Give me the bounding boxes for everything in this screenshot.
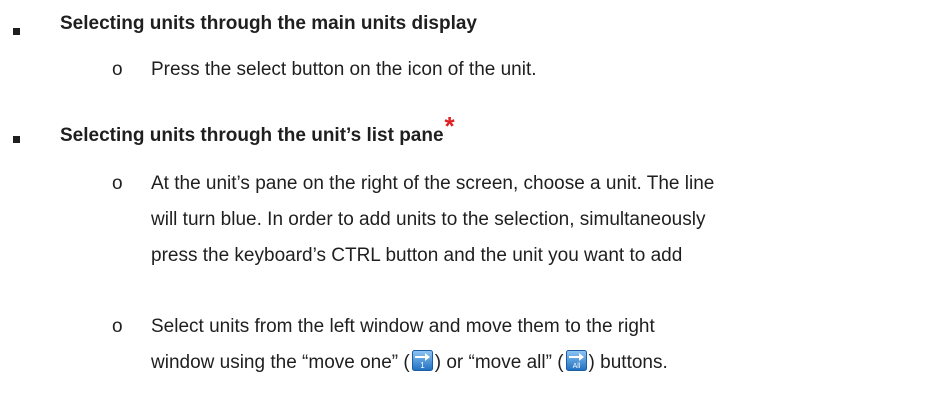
sub-line: window using the “move one” ( 1 ) or “mo… xyxy=(151,345,668,381)
bullet-2 xyxy=(13,128,20,143)
heading-main-units-display: Selecting units through the main units d… xyxy=(60,13,477,34)
move-all-icon: All xyxy=(565,350,587,371)
sub-item-units-pane: At the unit’s pane on the right of the s… xyxy=(151,166,714,274)
sub-item-press-select: Press the select button on the icon of t… xyxy=(151,52,537,88)
sub-bullet-marker: o xyxy=(112,59,123,80)
heading-list-pane: Selecting units through the unit’s list … xyxy=(60,113,455,148)
heading-text: Selecting units through the unit’s list … xyxy=(60,125,444,146)
sub-line-part: ) or “move all” ( xyxy=(434,352,564,373)
sub-bullet-marker: o xyxy=(112,316,123,337)
sub-line-part: ) buttons. xyxy=(588,352,668,373)
square-bullet-icon xyxy=(13,136,20,143)
sub-line: Select units from the left window and mo… xyxy=(151,316,655,337)
sub-line: press the keyboard’s CTRL button and the… xyxy=(151,245,683,266)
sub-line: At the unit’s pane on the right of the s… xyxy=(151,173,715,194)
asterisk-marker: * xyxy=(444,111,455,141)
sub-line: will turn blue. In order to add units to… xyxy=(151,209,706,230)
move-one-icon: 1 xyxy=(411,350,433,371)
bullet-1 xyxy=(13,20,20,35)
move-one-icon-label: 1 xyxy=(420,361,425,370)
move-all-icon-label: All xyxy=(572,363,580,370)
sub-bullet-marker: o xyxy=(112,173,123,194)
sub-line-part: window using the “move one” ( xyxy=(151,352,410,373)
sub-item-move-buttons: Select units from the left window and mo… xyxy=(151,309,668,381)
square-bullet-icon xyxy=(13,28,20,35)
sub-line: Press the select button on the icon of t… xyxy=(151,59,537,80)
